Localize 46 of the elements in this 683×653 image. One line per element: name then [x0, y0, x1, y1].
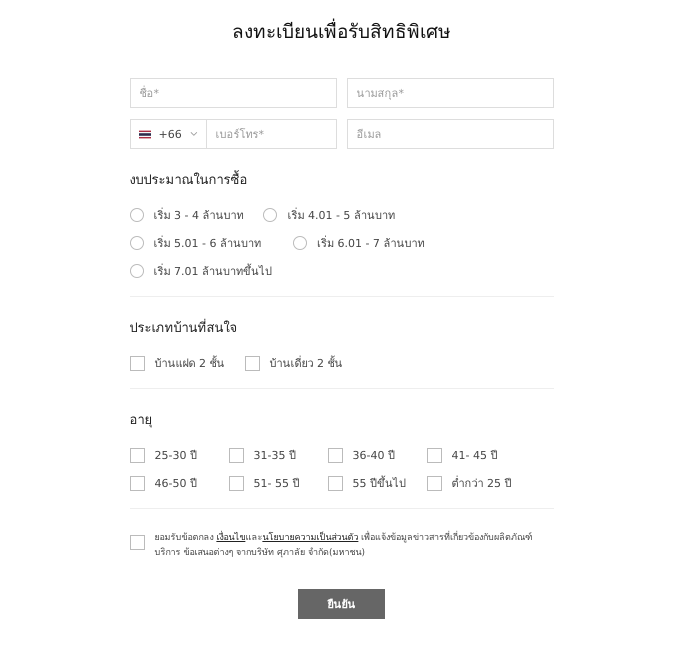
checkbox[interactable] — [426, 448, 442, 462]
checkbox-option[interactable]: 41- 45 ปี — [426, 446, 522, 464]
radio-button[interactable] — [263, 208, 278, 222]
radio-button[interactable] — [292, 236, 307, 250]
checkbox[interactable] — [130, 448, 144, 462]
checkbox[interactable] — [130, 535, 144, 550]
checkbox-option[interactable]: 55 ปีขึ้นไป — [328, 474, 424, 492]
radio-option[interactable]: เริ่ม 3 - 4 ล้านบาท — [130, 206, 244, 224]
checkbox[interactable] — [328, 476, 342, 490]
radio-option[interactable]: เริ่ม 6.01 - 7 ล้านบาท — [292, 234, 424, 252]
checkbox[interactable] — [228, 476, 244, 490]
checkbox-option[interactable]: 46-50 ปี — [130, 474, 226, 492]
consent-text: ยอมรับข้อตกลง เงื่อนไขและนโยบายความเป็นส่วนตัว เพื่อแจ้งข้อมูลข่าวสารที่เกี่ยวข้องกับผลิตภัณฑ์ บริการ ข้อเสนอต่างๆ จากบริษัท ศุภาลัย จำกัด(มหาชน) — [154, 531, 554, 561]
checkbox[interactable] — [228, 448, 244, 462]
checkbox-option[interactable]: 25-30 ปี — [130, 446, 226, 464]
last-name-field[interactable]: นามสกุล* — [346, 78, 554, 108]
radio-option[interactable]: เริ่ม 4.01 - 5 ล้านบาท — [263, 206, 395, 224]
checkbox-option[interactable]: บ้านแฝด 2 ชั้น — [130, 354, 224, 372]
form-title: ลงทะเบียนเพื่อรับสิทธิพิเศษ — [130, 16, 554, 46]
submit-button[interactable]: ยืนยัน — [298, 589, 385, 619]
checkbox[interactable] — [130, 356, 144, 370]
radio-button[interactable] — [130, 236, 144, 250]
policy-link[interactable]: นโยบายความเป็นส่วนตัว — [262, 533, 358, 543]
radio-button[interactable] — [130, 264, 144, 278]
policy-link[interactable]: เงื่อนไข — [216, 533, 246, 543]
section-heading: งบประมาณในการซื้อ — [130, 169, 554, 190]
checkbox-option[interactable]: 51- 55 ปี — [228, 474, 324, 492]
radio-button[interactable] — [130, 208, 144, 222]
radio-option[interactable]: เริ่ม 7.01 ล้านบาทขึ้นไป — [130, 262, 272, 280]
checkbox[interactable] — [130, 476, 144, 490]
checkbox[interactable] — [244, 356, 260, 370]
country-code-select[interactable]: +66 — [130, 119, 206, 149]
section-heading: ประเภทบ้านที่สนใจ — [130, 317, 554, 338]
section-heading: อายุ — [130, 412, 154, 430]
checkbox-option[interactable]: ต่ำกว่า 25 ปี — [426, 474, 522, 492]
email-field[interactable]: อีเมล — [346, 119, 554, 149]
caret-icon — [190, 131, 198, 137]
checkbox-option[interactable]: 31-35 ปี — [228, 446, 324, 464]
radio-option[interactable]: เริ่ม 5.01 - 6 ล้านบาท — [130, 234, 261, 252]
checkbox-option[interactable]: บ้านเดี่ยว 2 ชั้น — [244, 354, 342, 372]
phone-field[interactable]: เบอร์โทร* — [206, 119, 336, 149]
checkbox[interactable] — [426, 476, 442, 490]
first-name-field[interactable]: ชื่อ* — [130, 78, 336, 108]
flag-icon — [138, 130, 151, 138]
checkbox[interactable] — [328, 448, 342, 462]
checkbox-option[interactable]: 36-40 ปี — [328, 446, 424, 464]
